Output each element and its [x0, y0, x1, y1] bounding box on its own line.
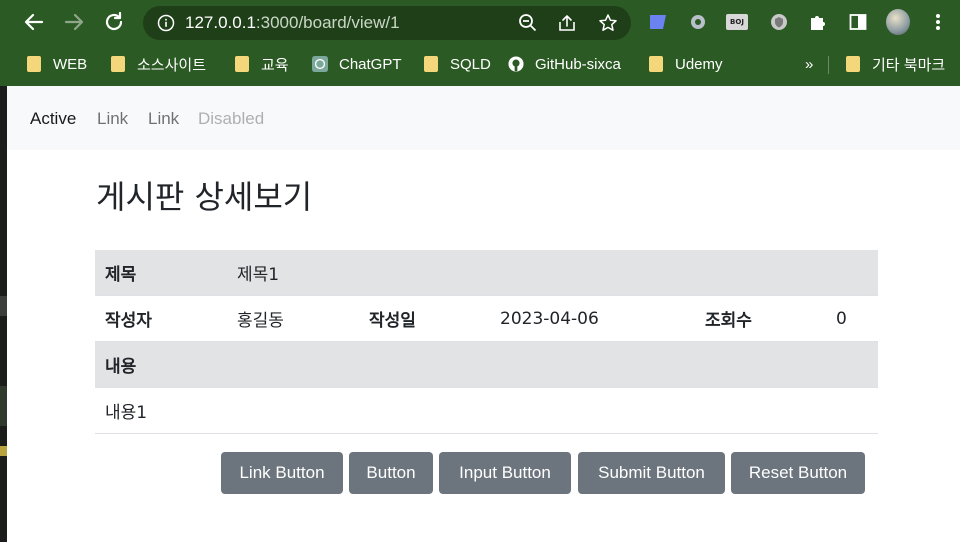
- chatgpt-icon: [312, 56, 328, 72]
- bookmark-label: 소스사이트: [137, 56, 207, 74]
- browser-toolbar: 127.0.0.1:3000/board/view/1 BOJ WEB 소스사이…: [0, 0, 960, 86]
- folder-icon: [110, 56, 126, 72]
- reset-button[interactable]: Reset Button: [731, 452, 865, 494]
- bookmark-sqld[interactable]: SQLD: [423, 53, 491, 75]
- nav-link-2[interactable]: Link: [148, 109, 179, 129]
- bookmarks-divider: [828, 56, 829, 74]
- title-value: 제목1: [227, 250, 878, 296]
- address-bar[interactable]: 127.0.0.1:3000/board/view/1: [143, 6, 631, 40]
- author-value: 홍길동: [227, 295, 359, 342]
- folder-icon: [845, 56, 861, 72]
- bookmark-education[interactable]: 교육: [234, 53, 289, 75]
- shield-icon[interactable]: [767, 10, 791, 34]
- overflow-chevron-icon: »: [805, 55, 814, 73]
- url-text[interactable]: 127.0.0.1:3000/board/view/1: [185, 13, 400, 33]
- folder-icon: [423, 56, 439, 72]
- folder-icon: [648, 56, 664, 72]
- views-label: 조회수: [695, 295, 826, 342]
- table-row-content: 내용1: [95, 387, 878, 434]
- url-path: :3000/board/view/1: [255, 13, 400, 32]
- url-host: 127.0.0.1: [185, 13, 256, 32]
- views-value: 0: [826, 295, 878, 342]
- nav-link-1[interactable]: Link: [97, 109, 128, 129]
- table-row-meta: 작성자 홍길동 작성일 2023-04-06 조회수 0: [95, 295, 878, 342]
- share-icon[interactable]: [557, 13, 577, 33]
- bookmark-label: WEB: [53, 55, 88, 73]
- bookmark-web[interactable]: WEB: [26, 53, 87, 75]
- content-label: 내용: [95, 341, 878, 388]
- title-label: 제목: [95, 250, 227, 296]
- bookmark-other[interactable]: 기타 북마크: [845, 53, 945, 75]
- bookmark-source-sites[interactable]: 소스사이트: [110, 53, 206, 75]
- forward-icon[interactable]: [60, 8, 88, 36]
- bookmark-udemy[interactable]: Udemy: [648, 53, 723, 75]
- star-icon[interactable]: [598, 13, 618, 33]
- side-panel-icon[interactable]: [846, 10, 870, 34]
- folder-icon: [234, 56, 250, 72]
- bookmark-label: 기타 북마크: [872, 56, 946, 74]
- bookmark-label: 교육: [261, 56, 289, 74]
- nav-link-active[interactable]: Active: [30, 109, 76, 129]
- boj-label: BOJ: [726, 14, 748, 30]
- bookmark-github[interactable]: GitHub-sixca: [508, 53, 621, 75]
- input-button[interactable]: Input Button: [439, 452, 571, 494]
- github-icon: [508, 56, 524, 72]
- bookmarks-bar: WEB 소스사이트 교육 ChatGPT SQLD GitHub-sixca U…: [0, 48, 960, 80]
- more-menu-icon[interactable]: [926, 10, 950, 34]
- nav-link-disabled: Disabled: [198, 109, 265, 128]
- folder-icon: [26, 56, 42, 72]
- bookmark-chatgpt[interactable]: ChatGPT: [312, 53, 402, 75]
- avatar[interactable]: [886, 9, 910, 35]
- board-detail-table: 제목 제목1 작성자 홍길동 작성일 2023-04-06 조회수 0 내용 내…: [95, 250, 878, 434]
- bookmark-label: SQLD: [450, 55, 491, 73]
- zoom-out-icon[interactable]: [518, 13, 538, 33]
- date-value: 2023-04-06: [490, 295, 695, 342]
- table-row-content-header: 내용: [95, 341, 878, 388]
- reload-icon[interactable]: [100, 8, 128, 36]
- bookmarks-overflow-button[interactable]: »: [805, 53, 813, 75]
- plain-button[interactable]: Button: [349, 452, 433, 494]
- info-icon[interactable]: [156, 13, 176, 33]
- bookmark-label: GitHub-sixca: [535, 55, 621, 73]
- submit-button[interactable]: Submit Button: [578, 452, 725, 494]
- puzzle-icon[interactable]: [806, 10, 830, 34]
- date-label: 작성일: [359, 295, 490, 342]
- bookmark-label: ChatGPT: [339, 55, 402, 73]
- navbar: Active Link Link Disabled: [7, 86, 960, 150]
- author-label: 작성자: [95, 295, 227, 342]
- boj-icon[interactable]: BOJ: [725, 10, 749, 34]
- link-button[interactable]: Link Button: [221, 452, 343, 494]
- bookmark-label: Udemy: [675, 55, 723, 73]
- content-value: 내용1: [95, 387, 878, 434]
- table-row-title: 제목 제목1: [95, 250, 878, 296]
- gear-icon[interactable]: [686, 10, 710, 34]
- extension-blue-icon[interactable]: [646, 10, 670, 34]
- back-icon[interactable]: [20, 8, 48, 36]
- page-title: 게시판 상세보기: [96, 178, 313, 216]
- window-edge: [0, 86, 7, 542]
